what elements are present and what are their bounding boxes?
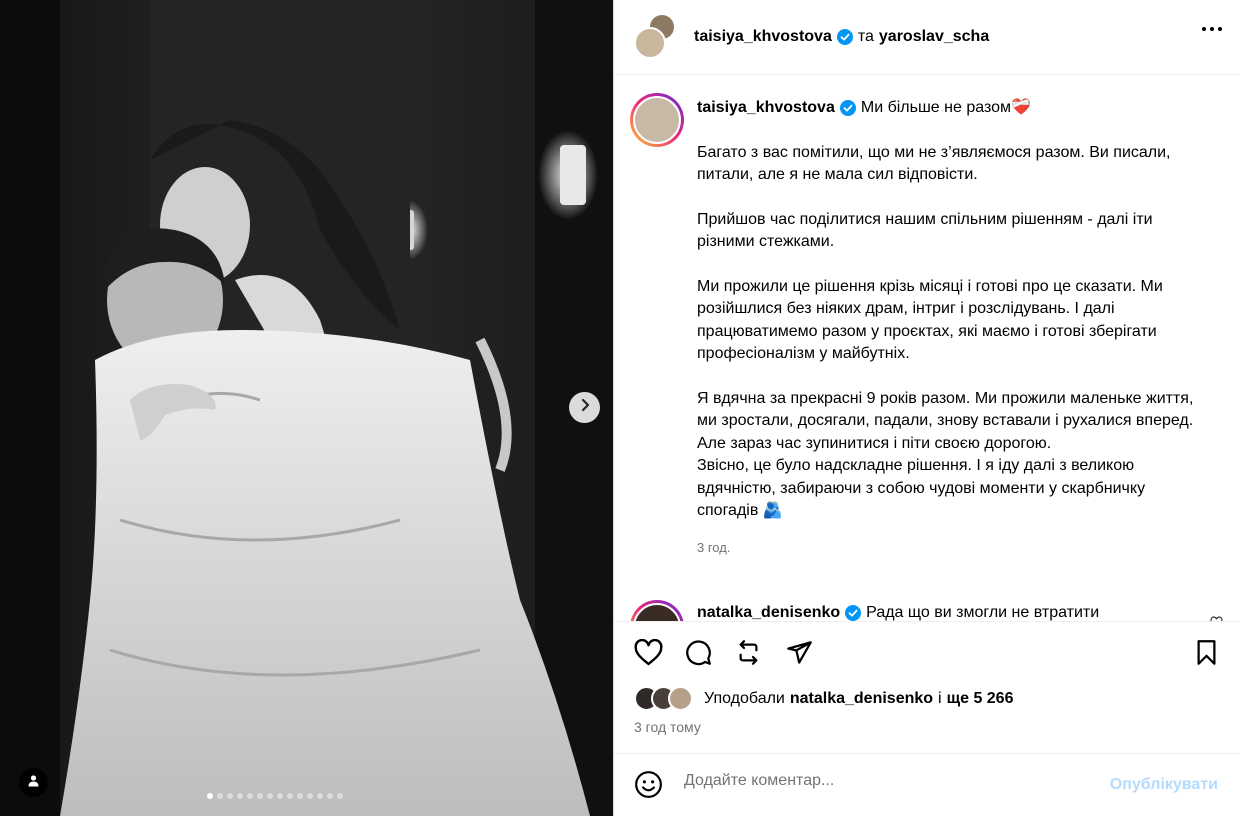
carousel-dot [287, 793, 293, 799]
verified-badge-icon [839, 100, 856, 117]
comment-bar: Опублікувати [614, 753, 1240, 816]
verified-badge-icon [836, 29, 853, 45]
post-sidebar: taisiya_khvostova та yaroslav_scha taisi… [613, 0, 1240, 816]
caption-paragraph: Багато з вас помітили, що ми не з’являєм… [697, 143, 1171, 184]
carousel-dot [327, 793, 333, 799]
carousel-dot [297, 793, 303, 799]
author-username[interactable]: taisiya_khvostova [694, 28, 832, 46]
caption-username[interactable]: taisiya_khvostova [697, 97, 835, 120]
post-media[interactable] [0, 0, 613, 816]
more-options-icon[interactable] [1202, 27, 1222, 31]
mending-heart-emoji: ❤️‍🩹 [1011, 99, 1031, 116]
carousel-indicator [207, 793, 343, 799]
caption-paragraph: Я вдячна за прекрасні 9 років разом. Ми … [697, 389, 1194, 452]
likes-summary: Уподобали natalka_denisenko і ще 5 266 [634, 686, 1013, 712]
commenter-avatar[interactable] [630, 600, 684, 621]
collab-conjunction: та [857, 28, 874, 45]
emoji-icon[interactable] [634, 770, 663, 804]
tagged-users-button[interactable] [19, 768, 48, 797]
repost-icon[interactable] [735, 639, 762, 671]
likes-username[interactable]: natalka_denisenko [790, 690, 933, 708]
carousel-dot [307, 793, 313, 799]
coauthor-username[interactable]: yaroslav_scha [879, 28, 989, 46]
post-timestamp[interactable]: 3 год тому [634, 719, 701, 735]
comment-text: Рада що ви змогли не втратити [866, 604, 1100, 621]
carousel-dot [317, 793, 323, 799]
comment-icon[interactable] [685, 639, 712, 671]
liker-avatars[interactable] [634, 686, 696, 712]
share-icon[interactable] [786, 639, 813, 671]
caption-time[interactable]: 3 год. [697, 537, 1202, 560]
carousel-dot [247, 793, 253, 799]
carousel-dot [277, 793, 283, 799]
likes-count[interactable]: ще 5 266 [947, 690, 1014, 708]
hug-emoji: 🫂 [762, 502, 783, 519]
carousel-dot [237, 793, 243, 799]
carousel-dot [257, 793, 263, 799]
carousel-dot [337, 793, 343, 799]
likes-prefix: Уподобали [704, 690, 785, 707]
commenter-username[interactable]: natalka_denisenko [697, 604, 840, 621]
likes-conjunction: і [938, 690, 942, 707]
next-slide-button[interactable] [569, 392, 600, 423]
post-photo [0, 0, 613, 816]
caption-paragraph: Звісно, це було надскладне рішення. І я … [697, 457, 1146, 519]
chevron-right-icon [578, 398, 592, 417]
heart-icon[interactable] [634, 638, 663, 671]
verified-badge-icon [845, 605, 862, 621]
author-avatar[interactable] [634, 27, 666, 59]
carousel-dot [227, 793, 233, 799]
comment-input[interactable] [684, 772, 1084, 790]
author-avatars[interactable] [634, 13, 682, 59]
bookmark-icon[interactable] [1194, 639, 1219, 671]
carousel-dot [207, 793, 213, 799]
caption-paragraph: Прийшов час поділитися нашим спільним рі… [697, 210, 1153, 251]
carousel-dot [217, 793, 223, 799]
caption-paragraph: Ми прожили це рішення крізь місяці і гот… [697, 277, 1163, 363]
carousel-dot [267, 793, 273, 799]
caption-avatar[interactable] [630, 93, 684, 147]
post-header: taisiya_khvostova та yaroslav_scha [614, 0, 1240, 75]
comments-section: taisiya_khvostova Ми більше не разом❤️‍🩹… [614, 75, 1240, 621]
caption-first-line: Ми більше не разом❤️‍🩹 [860, 99, 1031, 116]
post-comment-button[interactable]: Опублікувати [1110, 776, 1218, 794]
action-bar [614, 621, 1240, 681]
user-tag-icon [27, 774, 40, 792]
